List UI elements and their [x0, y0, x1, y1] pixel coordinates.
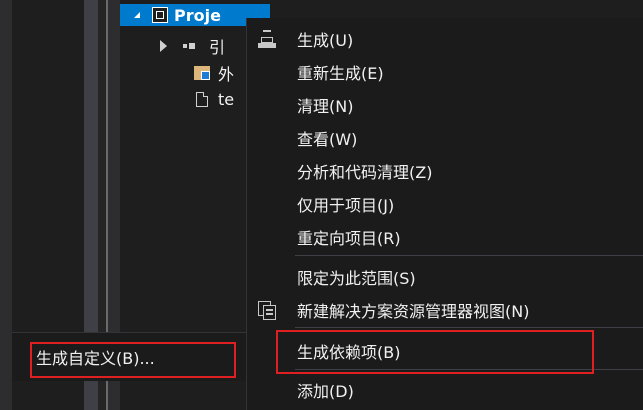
menu-item-label: 分析和代码清理(Z) — [297, 163, 433, 182]
menu-item-label: 重新生成(E) — [297, 64, 384, 83]
menu-item-view[interactable]: 查看(W) — [247, 122, 643, 154]
tree-item-external-dependencies[interactable]: 外 — [194, 62, 234, 84]
menu-item-label: 限定为此范围(S) — [297, 269, 416, 288]
collapsed-arrow-icon[interactable] — [160, 40, 167, 52]
menu-item-label: 新建解决方案资源管理器视图(N) — [297, 302, 530, 321]
references-label: 引 — [209, 38, 226, 57]
left-margin — [0, 0, 12, 410]
highlight-box-submenu — [30, 342, 236, 378]
menu-item-new-explorer-view[interactable]: 新建解决方案资源管理器视图(N) — [247, 294, 643, 326]
build-icon — [257, 29, 277, 49]
file-label: te — [218, 89, 235, 109]
menu-item-project-only[interactable]: 仅用于项目(J) — [247, 188, 643, 220]
menu-item-analyze[interactable]: 分析和代码清理(Z) — [247, 155, 643, 187]
menu-item-add[interactable]: 添加(D) — [247, 374, 643, 406]
menu-separator — [295, 327, 643, 328]
folder-icon — [194, 66, 210, 80]
expanded-arrow-icon[interactable] — [134, 12, 140, 18]
menu-item-clean[interactable]: 清理(N) — [247, 89, 643, 121]
menu-separator — [295, 255, 643, 256]
references-icon — [183, 42, 201, 50]
tree-item-references[interactable]: 引 — [160, 35, 225, 57]
menu-item-retarget[interactable]: 重定向项目(R) — [247, 221, 643, 253]
external-label: 外 — [218, 65, 235, 84]
highlight-box-build-dependencies — [276, 330, 594, 374]
file-icon — [196, 91, 208, 107]
new-view-icon — [257, 300, 277, 320]
menu-item-label: 清理(N) — [297, 97, 354, 116]
menu-item-label: 仅用于项目(J) — [297, 196, 395, 215]
menu-item-rebuild[interactable]: 重新生成(E) — [247, 56, 643, 88]
project-label: Proje — [174, 5, 221, 25]
menu-item-label: 添加(D) — [297, 382, 354, 401]
menu-item-label: 生成(U) — [297, 31, 354, 50]
menu-item-label: 查看(W) — [297, 130, 358, 149]
project-icon — [152, 7, 168, 23]
tree-item-file[interactable]: te — [196, 88, 234, 110]
menu-item-label: 重定向项目(R) — [297, 229, 401, 248]
menu-item-scope-to-this[interactable]: 限定为此范围(S) — [247, 261, 643, 293]
menu-item-build[interactable]: 生成(U) — [247, 23, 643, 55]
